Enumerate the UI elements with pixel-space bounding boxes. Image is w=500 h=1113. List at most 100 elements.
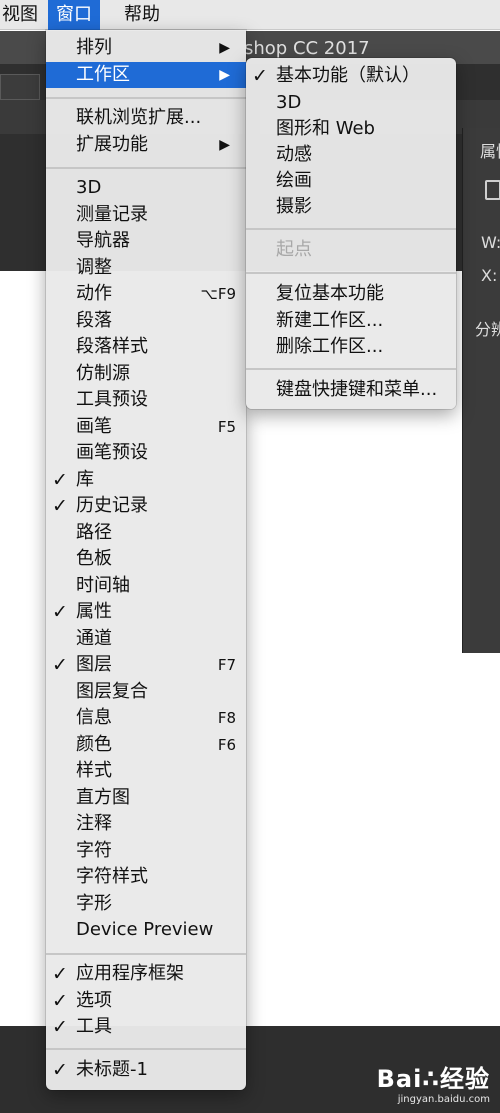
- menu-item[interactable]: ✓ 库: [46, 467, 246, 493]
- menu-item-essentials[interactable]: ✓ 基本功能（默认）: [246, 63, 456, 89]
- menu-item[interactable]: 路径: [46, 520, 246, 546]
- menu-item[interactable]: 调整: [46, 255, 246, 281]
- menu-item-label: 直方图: [76, 786, 130, 808]
- menu-item-label: 样式: [76, 760, 112, 781]
- menu-item-label: 字符样式: [76, 866, 148, 887]
- menu-item-browse-extensions[interactable]: 联机浏览扩展...: [46, 105, 246, 131]
- menu-item[interactable]: ✓ 工具: [46, 1014, 246, 1040]
- menu-item-label: 选项: [76, 989, 112, 1011]
- menu-item[interactable]: 导航器: [46, 228, 246, 254]
- menu-help[interactable]: 帮助: [116, 0, 168, 30]
- menu-item[interactable]: 色板: [46, 546, 246, 572]
- menu-item-label: 画笔预设: [76, 442, 148, 463]
- menu-item-label: 画笔: [76, 415, 112, 437]
- menu-bar: 视图 窗口 帮助: [0, 0, 500, 30]
- menu-item-graphic-web[interactable]: 图形和 Web: [246, 116, 456, 142]
- checkmark-icon: ✓: [52, 495, 68, 517]
- menu-item[interactable]: 时间轴: [46, 573, 246, 599]
- menu-item[interactable]: 直方图: [46, 785, 246, 811]
- properties-panel: 属性 W: X: 分辨: [462, 128, 500, 653]
- menu-item-photography[interactable]: 摄影: [246, 194, 456, 220]
- menu-item[interactable]: 信息 F8: [46, 705, 246, 731]
- x-label: X:: [481, 266, 498, 285]
- menu-item-label: 导航器: [76, 230, 130, 251]
- menu-item[interactable]: 测量记录: [46, 202, 246, 228]
- menu-item-label: 排列: [76, 37, 112, 58]
- menu-item[interactable]: 段落: [46, 308, 246, 334]
- menu-item[interactable]: ✓ 图层 F7: [46, 652, 246, 678]
- menu-item-new-workspace[interactable]: 新建工作区...: [246, 308, 456, 334]
- menu-item-document[interactable]: ✓ 未标题-1: [46, 1057, 246, 1083]
- menu-item-label: 仿制源: [76, 362, 130, 384]
- menu-item-label: Device Preview: [76, 919, 214, 940]
- menu-item[interactable]: 注释: [46, 811, 246, 837]
- menu-item-label: 3D: [76, 177, 102, 198]
- menu-item-label: 绘画: [276, 170, 312, 191]
- menu-item[interactable]: 3D: [46, 175, 246, 201]
- menu-item-reset-essentials[interactable]: 复位基本功能: [246, 281, 456, 307]
- properties-panel-title: 属性: [480, 142, 500, 161]
- menu-item-label: 图层复合: [76, 680, 148, 702]
- menu-item-label: 应用程序框架: [76, 963, 184, 984]
- checkmark-icon: ✓: [52, 601, 68, 623]
- checkmark-icon: ✓: [52, 1016, 68, 1038]
- checkmark-icon: ✓: [52, 989, 68, 1012]
- menu-item-motion[interactable]: 动感: [246, 142, 456, 168]
- triangle-right-icon: ▶: [219, 67, 230, 83]
- menu-item[interactable]: Device Preview: [46, 917, 246, 943]
- menu-item-shortcut: F6: [217, 735, 236, 754]
- menu-item[interactable]: 字符: [46, 838, 246, 864]
- menu-item-label: 时间轴: [76, 574, 130, 596]
- menu-item[interactable]: 工具预设: [46, 387, 246, 413]
- options-field[interactable]: [0, 74, 40, 100]
- menu-window[interactable]: 窗口: [48, 0, 100, 30]
- menu-item[interactable]: ✓ 应用程序框架: [46, 961, 246, 987]
- menu-item-label: 未标题-1: [76, 1059, 148, 1080]
- menu-item-arrange[interactable]: 排列 ▶: [46, 35, 246, 61]
- checkmark-icon: ✓: [52, 1059, 68, 1081]
- menu-item-label: 图层: [76, 654, 112, 675]
- menu-item-label: 测量记录: [76, 203, 148, 225]
- menu-item-label: 3D: [276, 92, 302, 113]
- menu-item[interactable]: 图层复合: [46, 679, 246, 705]
- menu-item[interactable]: 样式: [46, 758, 246, 784]
- menu-item-keyboard-shortcuts[interactable]: 键盘快捷键和菜单...: [246, 377, 456, 403]
- menu-item[interactable]: 段落样式: [46, 334, 246, 360]
- menu-item-label: 属性: [76, 601, 112, 622]
- menu-item[interactable]: 字符样式: [46, 864, 246, 890]
- menu-item-shortcut: F7: [217, 656, 236, 674]
- menu-item-label: 路径: [76, 521, 112, 543]
- menu-item-label: 基本功能（默认）: [276, 65, 420, 86]
- menu-item-3d-workspace[interactable]: 3D: [246, 90, 456, 116]
- menu-item[interactable]: 画笔 F5: [46, 414, 246, 440]
- workspace-submenu: ✓ 基本功能（默认） 3D 图形和 Web 动感 绘画 摄影 起点 复位基本功能…: [246, 58, 456, 409]
- menu-item[interactable]: ✓ 历史记录: [46, 493, 246, 519]
- menu-item-workspace[interactable]: 工作区 ▶: [46, 62, 246, 88]
- menu-item-label: 历史记录: [76, 495, 148, 516]
- menu-separator: [46, 1048, 246, 1050]
- menu-item-label: 新建工作区...: [276, 310, 384, 331]
- menu-item-label: 联机浏览扩展...: [76, 107, 202, 128]
- menu-item[interactable]: 画笔预设: [46, 440, 246, 466]
- menu-separator: [46, 167, 246, 169]
- menu-view[interactable]: 视图: [0, 0, 46, 30]
- checkmark-icon: ✓: [52, 654, 68, 676]
- menu-item-painting[interactable]: 绘画: [246, 168, 456, 194]
- menu-item[interactable]: ✓ 选项: [46, 988, 246, 1014]
- menu-item-label: 信息: [76, 707, 112, 728]
- menu-item-extensions[interactable]: 扩展功能 ▶: [46, 132, 246, 158]
- menu-item-starting-point: 起点: [246, 237, 456, 263]
- watermark-url: jingyan.baidu.com: [397, 1094, 490, 1105]
- menu-item[interactable]: 字形: [46, 891, 246, 917]
- menu-item-label: 字符: [76, 839, 112, 861]
- menu-item-label: 扩展功能: [76, 134, 148, 155]
- menu-item-shortcut: F8: [217, 709, 236, 727]
- menu-item-delete-workspace[interactable]: 删除工作区...: [246, 334, 456, 360]
- menu-item[interactable]: 动作 ⌥F9: [46, 281, 246, 307]
- menu-item[interactable]: 颜色 F6: [46, 732, 246, 758]
- menu-item[interactable]: 仿制源: [46, 361, 246, 387]
- menu-item[interactable]: 通道: [46, 626, 246, 652]
- menu-item-label: 删除工作区...: [276, 336, 384, 357]
- menu-item-label: 摄影: [276, 196, 312, 217]
- menu-item[interactable]: ✓ 属性: [46, 599, 246, 625]
